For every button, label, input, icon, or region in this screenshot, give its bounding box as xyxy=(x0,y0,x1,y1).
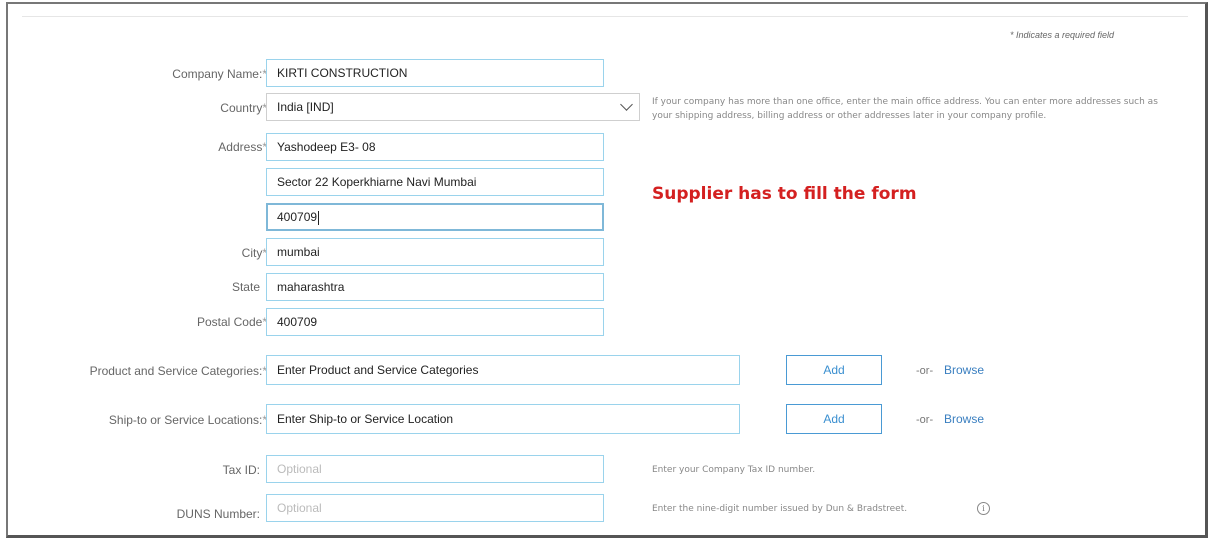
address-label: Address* xyxy=(218,140,267,154)
locations-label: Ship-to or Service Locations:* xyxy=(108,413,267,427)
address-line3-field[interactable]: 400709 xyxy=(266,203,604,231)
browse-locations-link[interactable]: Browse xyxy=(944,412,984,426)
tax-id-help-text: Enter your Company Tax ID number. xyxy=(652,465,816,475)
tax-id-label: Tax ID: xyxy=(222,463,260,477)
registration-form-panel xyxy=(6,2,1208,538)
chevron-down-icon xyxy=(620,98,633,111)
required-field-note: * Indicates a required field xyxy=(1010,30,1115,40)
state-field[interactable]: maharashtra xyxy=(266,273,604,301)
address-line2-field[interactable]: Sector 22 Koperkhiarne Navi Mumbai xyxy=(266,168,604,196)
divider xyxy=(22,16,1188,17)
add-location-button[interactable]: Add xyxy=(786,404,882,434)
postal-code-field[interactable]: 400709 xyxy=(266,308,604,336)
or-separator: -or- xyxy=(916,365,934,377)
address-line1-field[interactable]: Yashodeep E3- 08 xyxy=(266,133,604,161)
duns-help-text: Enter the nine-digit number issued by Du… xyxy=(652,504,908,514)
categories-input[interactable]: Enter Product and Service Categories xyxy=(266,355,740,385)
city-label: City* xyxy=(241,246,267,260)
country-value: India [IND] xyxy=(277,100,334,114)
duns-field[interactable]: Optional xyxy=(266,494,604,522)
add-category-button[interactable]: Add xyxy=(786,355,882,385)
browse-categories-link[interactable]: Browse xyxy=(944,363,984,377)
country-select[interactable]: India [IND] xyxy=(266,93,640,121)
company-name-field[interactable]: KIRTI CONSTRUCTION xyxy=(266,59,604,87)
categories-label: Product and Service Categories:* xyxy=(89,364,267,378)
instruction-banner: Supplier has to fill the form xyxy=(652,184,917,204)
postal-code-label: Postal Code* xyxy=(196,315,267,329)
city-field[interactable]: mumbai xyxy=(266,238,604,266)
locations-input[interactable]: Enter Ship-to or Service Location xyxy=(266,404,740,434)
address-help-text: If your company has more than one office… xyxy=(652,97,1158,121)
company-name-label: Company Name:* xyxy=(172,67,267,81)
state-label: State xyxy=(231,280,260,294)
text-cursor xyxy=(318,210,320,225)
duns-label: DUNS Number: xyxy=(176,507,260,521)
or-separator: -or- xyxy=(916,414,934,426)
tax-id-field[interactable]: Optional xyxy=(266,455,604,483)
info-icon[interactable]: i xyxy=(977,502,990,515)
country-label: Country* xyxy=(220,101,267,115)
